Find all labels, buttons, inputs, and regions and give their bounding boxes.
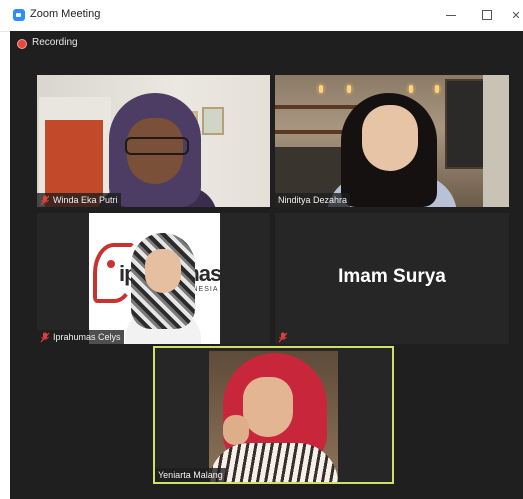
participant-video [145,249,181,293]
participant-name: Winda Eka Putri [53,195,118,205]
record-icon [18,40,26,48]
mic-muted-icon [40,195,50,206]
participant-video [362,105,418,171]
title-bar: Zoom Meeting [0,0,523,32]
video-tile-iprahumas[interactable]: iprahumas INDONESIA Iprahumas Celys [37,213,270,344]
participant-name: Ninditya Dezahra [278,195,348,205]
participant-video [209,351,338,482]
participant-name: Yeniarta Malang [158,470,223,480]
minimize-button[interactable] [440,6,462,24]
mic-muted-icon [278,332,288,343]
participant-name-tag: Yeniarta Malang [155,468,226,482]
window-title: Zoom Meeting [30,8,101,20]
lamp [347,85,351,93]
participant-name-placeholder: Imam Surya [338,266,446,287]
virtual-background: iprahumas INDONESIA [89,213,222,344]
wall-picture [202,107,224,135]
participant-name: Iprahumas Celys [53,332,121,342]
video-tile-imam[interactable]: Imam Surya [275,213,509,344]
participant-name-tag: Iprahumas Celys [37,330,124,344]
participant-name-tag: Ninditya Dezahra [275,193,351,207]
recording-label: Recording [32,37,78,48]
zoom-logo-icon [13,9,25,21]
lamp [409,85,413,93]
lamp [435,85,439,93]
lamp [319,85,323,93]
close-button[interactable] [505,6,523,24]
video-tile-ninditya[interactable]: Ninditya Dezahra [275,75,509,207]
meeting-area: Recording Winda Eka Putri Ninditya Dezah… [10,31,523,499]
video-tile-yeniarta-active-speaker[interactable]: Yeniarta Malang [153,346,394,484]
video-tile-winda[interactable]: Winda Eka Putri [37,75,270,207]
maximize-button[interactable] [476,6,498,24]
participant-name-tag [275,330,294,344]
participant-name-tag: Winda Eka Putri [37,193,121,207]
mic-muted-icon [40,332,50,343]
